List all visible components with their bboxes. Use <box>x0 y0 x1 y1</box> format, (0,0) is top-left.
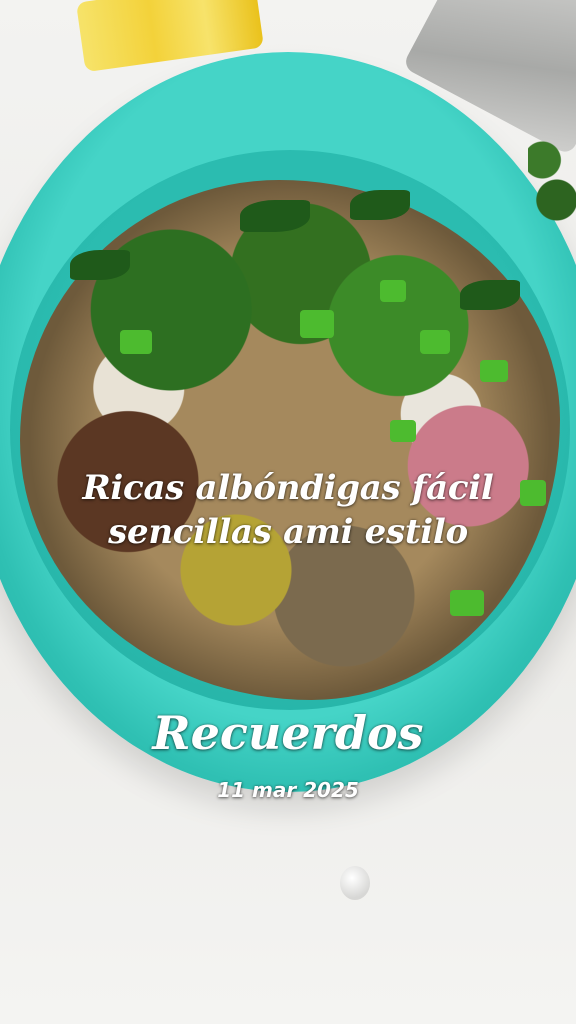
green-pepper-piece <box>120 330 152 354</box>
green-pepper-piece <box>450 590 484 616</box>
green-pepper-piece <box>390 420 416 442</box>
recipe-headline: Ricas albóndigas fácil sencillas ami est… <box>0 466 576 554</box>
water-drop <box>340 866 370 900</box>
herb-leaf <box>460 280 520 310</box>
headline-line-1: Ricas albóndigas fácil <box>82 468 494 508</box>
herb-leaf <box>240 200 310 232</box>
green-pepper-piece <box>420 330 450 354</box>
herb-leaf <box>70 250 130 280</box>
green-pepper-piece <box>300 310 334 338</box>
green-pepper-piece <box>480 360 508 382</box>
headline-line-2: sencillas ami estilo <box>108 512 468 552</box>
memories-title: Recuerdos <box>152 706 424 760</box>
herb-leaf <box>350 190 410 220</box>
green-pepper-piece <box>380 280 406 302</box>
cilantro-sprig <box>528 130 576 230</box>
memory-date: 11 mar 2025 <box>217 778 359 802</box>
